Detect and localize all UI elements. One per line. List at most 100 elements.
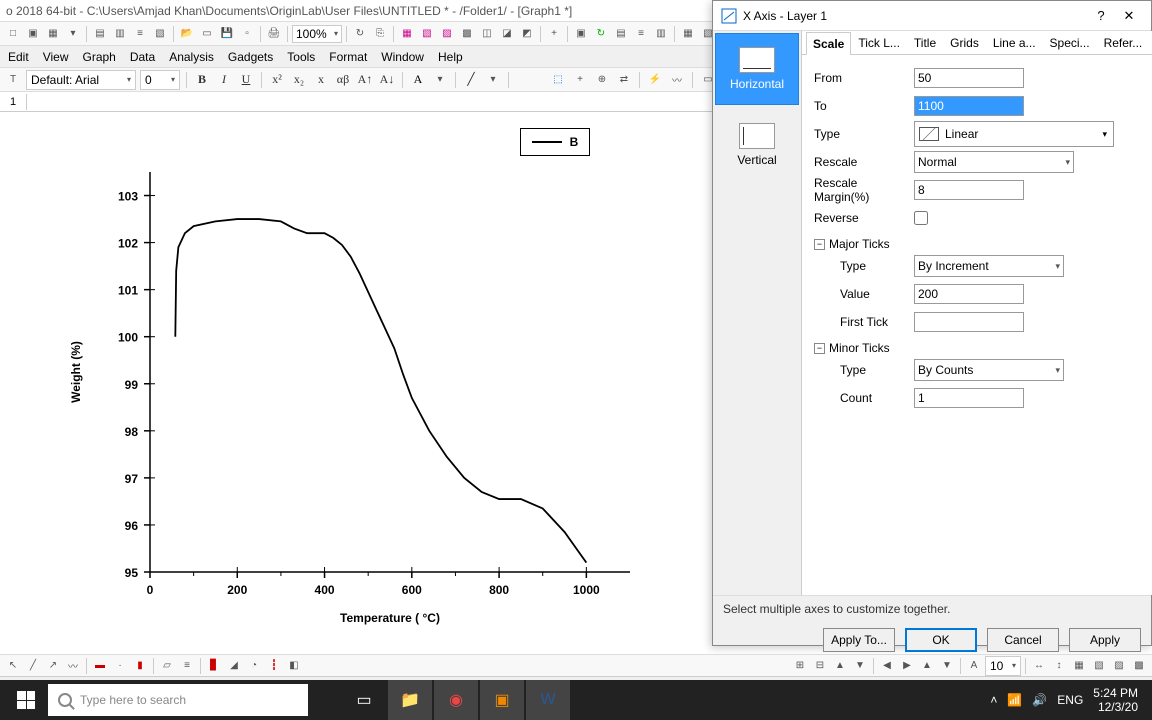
new-workbook-icon[interactable]: ▦ (44, 25, 62, 43)
menu-edit[interactable]: Edit (8, 50, 29, 64)
margin-input[interactable] (914, 180, 1024, 200)
task-camtasia-icon[interactable]: ▣ (480, 680, 524, 720)
new-graph-icon[interactable]: ▧ (418, 25, 436, 43)
font-color-icon[interactable]: A (409, 71, 427, 89)
tab-tick-labels[interactable]: Tick L... (851, 31, 907, 54)
ungroup-icon[interactable]: ⊟ (811, 657, 829, 675)
menu-tools[interactable]: Tools (287, 50, 315, 64)
font-dec-icon[interactable]: A (965, 657, 983, 675)
tray-chevron-icon[interactable]: ˄ (990, 693, 997, 707)
superscript-button[interactable]: x² (268, 71, 286, 89)
fill-color-icon[interactable]: ▱ (158, 657, 176, 675)
open-template-icon[interactable]: ▭ (198, 25, 216, 43)
recalc-icon[interactable]: ↻ (592, 25, 610, 43)
plot-scatter-icon[interactable]: · (111, 657, 129, 675)
major-ticks-header[interactable]: − Major Ticks (814, 237, 1152, 251)
dialog-titlebar[interactable]: X Axis - Layer 1 ? ✕ (713, 1, 1151, 31)
menu-gadgets[interactable]: Gadgets (228, 50, 273, 64)
reverse-checkbox[interactable] (914, 211, 928, 225)
save-template-icon[interactable]: ▫ (238, 25, 256, 43)
import-ascii-icon[interactable]: ≡ (131, 25, 149, 43)
major-value-input[interactable] (914, 284, 1024, 304)
code-builder-icon[interactable]: ▣ (572, 25, 590, 43)
plot-stock-icon[interactable]: ┇ (265, 657, 283, 675)
legend[interactable]: B (520, 128, 590, 156)
align-bottom-icon[interactable]: ▼ (938, 657, 956, 675)
minor-type-select[interactable]: By Counts (914, 359, 1064, 381)
collapse-icon[interactable]: − (814, 343, 825, 354)
plot-area-icon[interactable]: ◢ (225, 657, 243, 675)
font-size-combo[interactable]: 0 (140, 70, 180, 90)
task-origin-icon[interactable]: ◉ (434, 680, 478, 720)
new-3d-icon[interactable]: ◩ (518, 25, 536, 43)
apply-to-button[interactable]: Apply To... (823, 628, 895, 652)
plot-3d-icon[interactable]: ◧ (285, 657, 303, 675)
italic-button[interactable]: I (215, 71, 233, 89)
menu-view[interactable]: View (43, 50, 69, 64)
text-tool-icon[interactable]: T (4, 71, 22, 89)
import-multi-icon[interactable]: ▧ (151, 25, 169, 43)
object-size-combo[interactable]: 10 (985, 656, 1021, 676)
tab-line-ticks[interactable]: Line a... (986, 31, 1043, 54)
tab-title[interactable]: Title (907, 31, 943, 54)
supersub-button[interactable]: x (312, 71, 330, 89)
group-icon[interactable]: ⊞ (791, 657, 809, 675)
task-explorer-icon[interactable]: 📁 (388, 680, 432, 720)
from-input[interactable] (914, 68, 1024, 88)
print-icon[interactable]: 🖨 (265, 25, 283, 43)
new-matrix-icon[interactable]: ▨ (438, 25, 456, 43)
refresh-icon[interactable]: ↻ (351, 25, 369, 43)
add-column-icon[interactable]: + (545, 25, 563, 43)
rescale-icon[interactable]: ⬚ (549, 71, 567, 89)
type-select[interactable]: Linear (914, 121, 1114, 147)
system-tray[interactable]: ˄ 📶 🔊 ENG 5:24 PM 12/3/20 (990, 686, 1146, 715)
zoom-combo[interactable]: 100% (292, 25, 342, 43)
speed-mode-icon[interactable]: ⚡ (646, 71, 664, 89)
minor-count-input[interactable] (914, 388, 1024, 408)
font-color-dropdown-icon[interactable]: ▾ (431, 71, 449, 89)
results-log-icon[interactable]: ▤ (612, 25, 630, 43)
decrease-font-icon[interactable]: A↓ (378, 71, 396, 89)
menu-analysis[interactable]: Analysis (169, 50, 214, 64)
script-window-icon[interactable]: ≡ (632, 25, 650, 43)
duplicate-icon[interactable]: ⎘ (371, 25, 389, 43)
greek-button[interactable]: αβ (334, 71, 352, 89)
menu-format[interactable]: Format (329, 50, 367, 64)
layer-add-icon[interactable]: ▩ (1130, 657, 1148, 675)
to-input[interactable] (914, 96, 1024, 116)
tray-network-icon[interactable]: 📶 (1007, 693, 1022, 707)
tab-special[interactable]: Speci... (1043, 31, 1097, 54)
uniform-height-icon[interactable]: ↕ (1050, 657, 1068, 675)
line-tool-icon[interactable]: ╱ (24, 657, 42, 675)
new-layout-icon[interactable]: ▦ (398, 25, 416, 43)
add-plot-icon[interactable]: + (571, 71, 589, 89)
new-folder-icon[interactable]: ▣ (24, 25, 42, 43)
tray-volume-icon[interactable]: 🔊 (1032, 693, 1047, 707)
tab-scale[interactable]: Scale (806, 32, 851, 55)
menu-graph[interactable]: Graph (82, 50, 115, 64)
task-word-icon[interactable]: W (526, 680, 570, 720)
arrow-tool-icon[interactable]: ↗ (44, 657, 62, 675)
exchange-xy-icon[interactable]: ⇄ (615, 71, 633, 89)
import-wizard-icon[interactable]: ▥ (111, 25, 129, 43)
align-left-icon[interactable]: ◀ (878, 657, 896, 675)
underline-button[interactable]: U (237, 71, 255, 89)
curve-tool-icon[interactable]: 〰 (64, 657, 82, 675)
ok-button[interactable]: OK (905, 628, 977, 652)
start-button[interactable] (6, 680, 46, 720)
plot-bar-icon[interactable]: ▮ (131, 657, 149, 675)
align-top-icon[interactable]: ▲ (918, 657, 936, 675)
plot-column-icon[interactable]: ▊ (205, 657, 223, 675)
layer-arrange-icon[interactable]: ▦ (1070, 657, 1088, 675)
minor-ticks-header[interactable]: − Minor Ticks (814, 341, 1152, 355)
tray-language[interactable]: ENG (1057, 693, 1083, 707)
line-style-icon[interactable]: ≡ (178, 657, 196, 675)
plot-line-icon[interactable]: ▬ (91, 657, 109, 675)
font-combo[interactable]: Default: Arial (26, 70, 136, 90)
project-explorer-icon[interactable]: ▦ (679, 25, 697, 43)
front-icon[interactable]: ▲ (831, 657, 849, 675)
tab-reference[interactable]: Refer... (1097, 31, 1150, 54)
collapse-icon[interactable]: − (814, 239, 825, 250)
layer-extract-icon[interactable]: ▧ (1090, 657, 1108, 675)
command-window-icon[interactable]: ▥ (652, 25, 670, 43)
